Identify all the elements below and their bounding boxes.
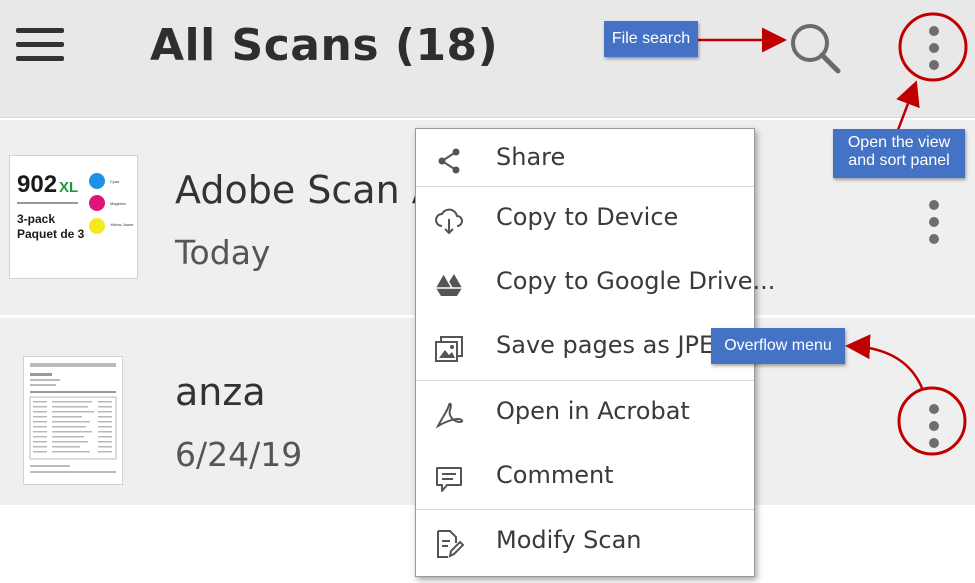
overflow-context-menu: Share Copy to Device Copy to Google Driv… <box>415 128 775 577</box>
thumb-brand: 902 <box>17 171 57 198</box>
magenta-ink-dot <box>89 195 105 211</box>
page-title: All Scans (18) <box>150 20 499 71</box>
callout-view-sort: Open the view and sort panel <box>833 129 965 178</box>
menu-item-save-jpeg[interactable]: Save pages as JPEG <box>416 317 754 381</box>
menu-item-label: Modify Scan <box>496 526 642 554</box>
row-overflow-menu-icon[interactable] <box>927 200 941 251</box>
thumb-line2: Paquet de 3 <box>17 227 85 241</box>
cyan-ink-dot <box>89 173 105 189</box>
thumb-brand-suffix: XL <box>59 179 78 196</box>
scan-date: Today <box>175 233 271 272</box>
menu-item-label: Share <box>496 143 566 171</box>
menu-item-label: Comment <box>496 461 614 489</box>
callout-view-sort-line2: and sort panel <box>848 152 950 169</box>
yellow-ink-dot <box>89 218 105 234</box>
edit-document-icon <box>437 530 464 558</box>
acrobat-icon <box>435 402 464 429</box>
menu-divider <box>416 186 754 187</box>
overflow-menu-icon[interactable] <box>927 26 941 77</box>
search-icon[interactable] <box>785 18 845 78</box>
row-overflow-menu-icon[interactable] <box>927 404 941 455</box>
scan-date: 6/24/19 <box>175 435 303 474</box>
menu-item-label: Save pages as JPEG <box>496 331 733 359</box>
ink-label: Yellow Jaune <box>110 222 134 227</box>
scan-name: anza <box>175 370 266 414</box>
menu-item-copy-to-google-drive[interactable]: Copy to Google Drive... <box>416 253 775 317</box>
image-icon <box>435 336 463 362</box>
scan-thumbnail: 902 XL 3-pack Paquet de 3 Cyan Magenta Y… <box>9 155 138 279</box>
menu-item-open-in-acrobat[interactable]: Open in Acrobat <box>416 383 754 447</box>
menu-item-label: Copy to Google Drive... <box>496 267 776 295</box>
thumb-line1: 3-pack <box>17 212 55 226</box>
menu-divider <box>416 509 754 510</box>
menu-item-label: Open in Acrobat <box>496 397 690 425</box>
menu-item-share[interactable]: Share <box>416 129 754 193</box>
menu-item-copy-to-device[interactable]: Copy to Device <box>416 189 754 253</box>
ink-label: Magenta <box>110 201 126 206</box>
ink-label: Cyan <box>110 179 119 184</box>
callout-file-search: File search <box>604 21 698 57</box>
google-drive-icon <box>436 273 462 296</box>
callout-overflow-menu: Overflow menu <box>711 328 845 364</box>
scan-name: Adobe Scan A <box>175 168 438 212</box>
menu-item-label: Copy to Device <box>496 203 679 231</box>
comment-icon <box>436 467 462 492</box>
menu-item-comment[interactable]: Comment <box>416 447 754 511</box>
scan-thumbnail <box>23 356 123 485</box>
app-bar: All Scans (18) <box>0 0 975 118</box>
hamburger-menu-icon[interactable] <box>16 28 66 64</box>
cloud-download-icon <box>435 208 463 235</box>
share-icon <box>438 148 460 174</box>
menu-divider <box>416 380 754 381</box>
menu-item-modify-scan[interactable]: Modify Scan <box>416 512 754 576</box>
callout-view-sort-line1: Open the view <box>847 134 951 151</box>
